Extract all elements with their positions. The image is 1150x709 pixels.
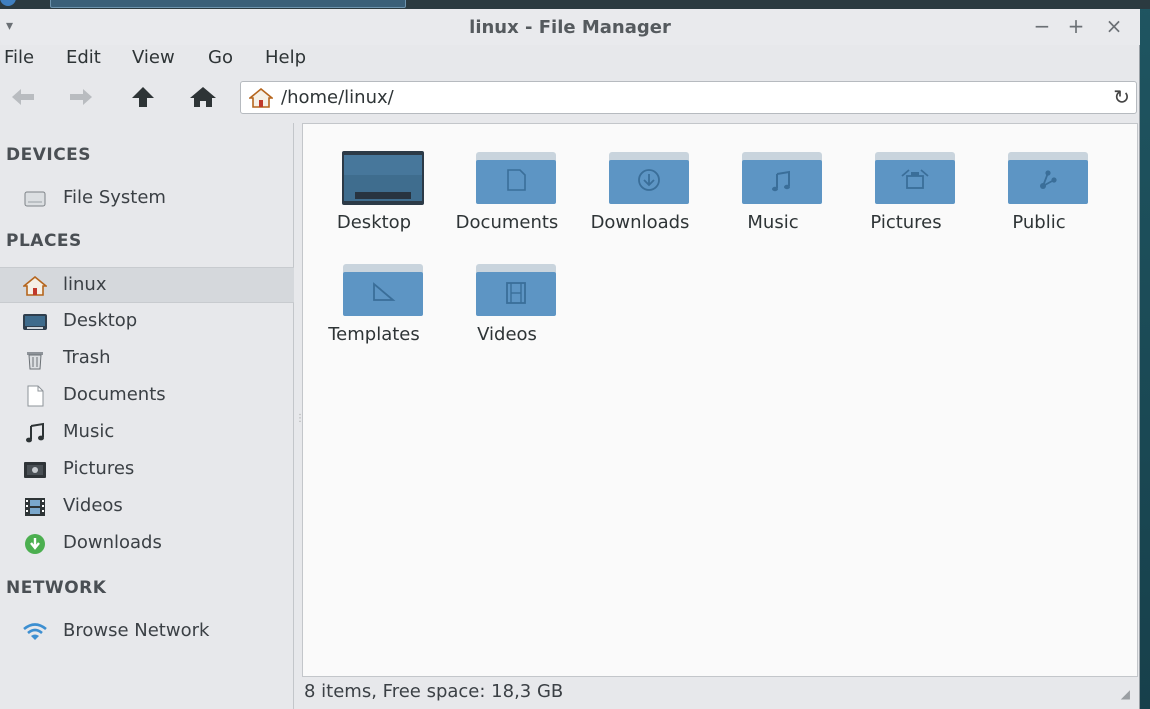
file-name: Documents: [455, 212, 559, 233]
file-item-public[interactable]: Public: [974, 126, 1104, 233]
back-icon: [12, 89, 34, 105]
file-item-music[interactable]: Music: [708, 126, 838, 233]
close-button[interactable]: ×: [1102, 14, 1126, 38]
file-item-pictures[interactable]: Pictures: [841, 126, 971, 233]
sidebar-item-label: File System: [63, 187, 166, 208]
drive-icon: [22, 188, 48, 210]
location-bar[interactable]: /home/linux/ ↻: [240, 81, 1137, 114]
location-path[interactable]: /home/linux/: [281, 87, 394, 108]
up-button[interactable]: [126, 81, 160, 113]
desktop-folder-icon: [342, 151, 424, 205]
desktop-icon: [22, 311, 48, 333]
sidebar-item-label: Browse Network: [63, 620, 210, 641]
file-name: Public: [1012, 212, 1066, 233]
music-folder-icon: [742, 152, 822, 204]
sidebar-item-label: Videos: [63, 495, 123, 516]
minimize-button[interactable]: −: [1030, 14, 1054, 38]
location-home-icon: [249, 88, 273, 108]
status-bar: 8 items, Free space: 18,3 GB ◢: [302, 677, 1138, 709]
file-name: Music: [747, 212, 799, 233]
resize-grip-icon[interactable]: ◢: [1121, 687, 1130, 701]
title-bar: ▾ linux - File Manager − + ×: [0, 9, 1140, 45]
document-icon: [22, 385, 48, 407]
sidebar-item-desktop[interactable]: Desktop: [0, 304, 294, 340]
file-name: Desktop: [336, 212, 412, 233]
home-icon: [190, 87, 216, 107]
file-name: Templates: [328, 324, 420, 345]
file-name: Downloads: [590, 212, 690, 233]
sidebar: DEVICES File System PLACES linux Desktop…: [0, 123, 294, 709]
picture-icon: [22, 459, 48, 481]
forward-icon: [70, 89, 92, 105]
status-text: 8 items, Free space: 18,3 GB: [304, 681, 564, 702]
file-item-videos[interactable]: Videos: [442, 238, 572, 345]
sidebar-item-label: Downloads: [63, 532, 162, 553]
sidebar-item-pictures[interactable]: Pictures: [0, 452, 294, 488]
file-name: Pictures: [870, 212, 942, 233]
sidebar-item-label: Desktop: [63, 310, 138, 331]
wifi-icon: [22, 621, 48, 643]
desktop-background: [1140, 0, 1150, 709]
sidebar-item-label: Trash: [63, 347, 111, 368]
up-icon: [132, 87, 154, 107]
sidebar-item-downloads[interactable]: Downloads: [0, 526, 294, 562]
home-icon: [22, 275, 48, 297]
videos-folder-icon: [476, 264, 556, 316]
maximize-button[interactable]: +: [1064, 14, 1088, 38]
downloads-folder-icon: [609, 152, 689, 204]
taskbar-window-button[interactable]: [50, 0, 406, 8]
download-icon: [22, 533, 48, 555]
taskbar: [0, 0, 1150, 9]
menu-file[interactable]: File: [4, 47, 34, 68]
sidebar-item-label: linux: [63, 274, 107, 295]
back-button[interactable]: [6, 81, 40, 113]
sidebar-item-label: Documents: [63, 384, 166, 405]
pictures-folder-icon: [875, 152, 955, 204]
file-manager-window: ▾ linux - File Manager − + × File Edit V…: [0, 9, 1140, 709]
sidebar-item-label: Pictures: [63, 458, 135, 479]
file-item-documents[interactable]: Documents: [442, 126, 572, 233]
sidebar-item-browse-network[interactable]: Browse Network: [0, 614, 294, 650]
music-icon: [22, 422, 48, 444]
menu-bar: File Edit View Go Help: [0, 45, 1140, 73]
video-icon: [22, 496, 48, 518]
home-button[interactable]: [186, 81, 220, 113]
sidebar-item-label: Music: [63, 421, 115, 442]
menu-go[interactable]: Go: [208, 47, 233, 68]
sidebar-item-linux[interactable]: linux: [0, 267, 294, 303]
menu-view[interactable]: View: [132, 47, 175, 68]
pane-splitter[interactable]: ⋮: [294, 123, 305, 709]
app-menu-icon[interactable]: [0, 0, 16, 6]
section-network: NETWORK: [6, 578, 107, 598]
section-places: PLACES: [6, 231, 82, 251]
sidebar-item-videos[interactable]: Videos: [0, 489, 294, 525]
forward-button[interactable]: [64, 81, 98, 113]
section-devices: DEVICES: [6, 145, 92, 165]
templates-folder-icon: [343, 264, 423, 316]
file-item-templates[interactable]: Templates: [309, 238, 439, 345]
window-title: linux - File Manager: [469, 17, 671, 38]
toolbar: /home/linux/ ↻: [0, 77, 1140, 117]
file-item-desktop[interactable]: Desktop: [309, 126, 439, 233]
sidebar-item-documents[interactable]: Documents: [0, 378, 294, 414]
trash-icon: [22, 348, 48, 370]
public-folder-icon: [1008, 152, 1088, 204]
file-view[interactable]: Desktop Documents Downloads Music Pictur…: [302, 123, 1138, 677]
sidebar-item-trash[interactable]: Trash: [0, 341, 294, 377]
menu-help[interactable]: Help: [265, 47, 306, 68]
sidebar-item-file-system[interactable]: File System: [0, 181, 294, 217]
reload-icon[interactable]: ↻: [1113, 85, 1130, 109]
sidebar-item-music[interactable]: Music: [0, 415, 294, 451]
file-item-downloads[interactable]: Downloads: [575, 126, 705, 233]
menu-edit[interactable]: Edit: [66, 47, 101, 68]
file-name: Videos: [477, 324, 537, 345]
documents-folder-icon: [476, 152, 556, 204]
